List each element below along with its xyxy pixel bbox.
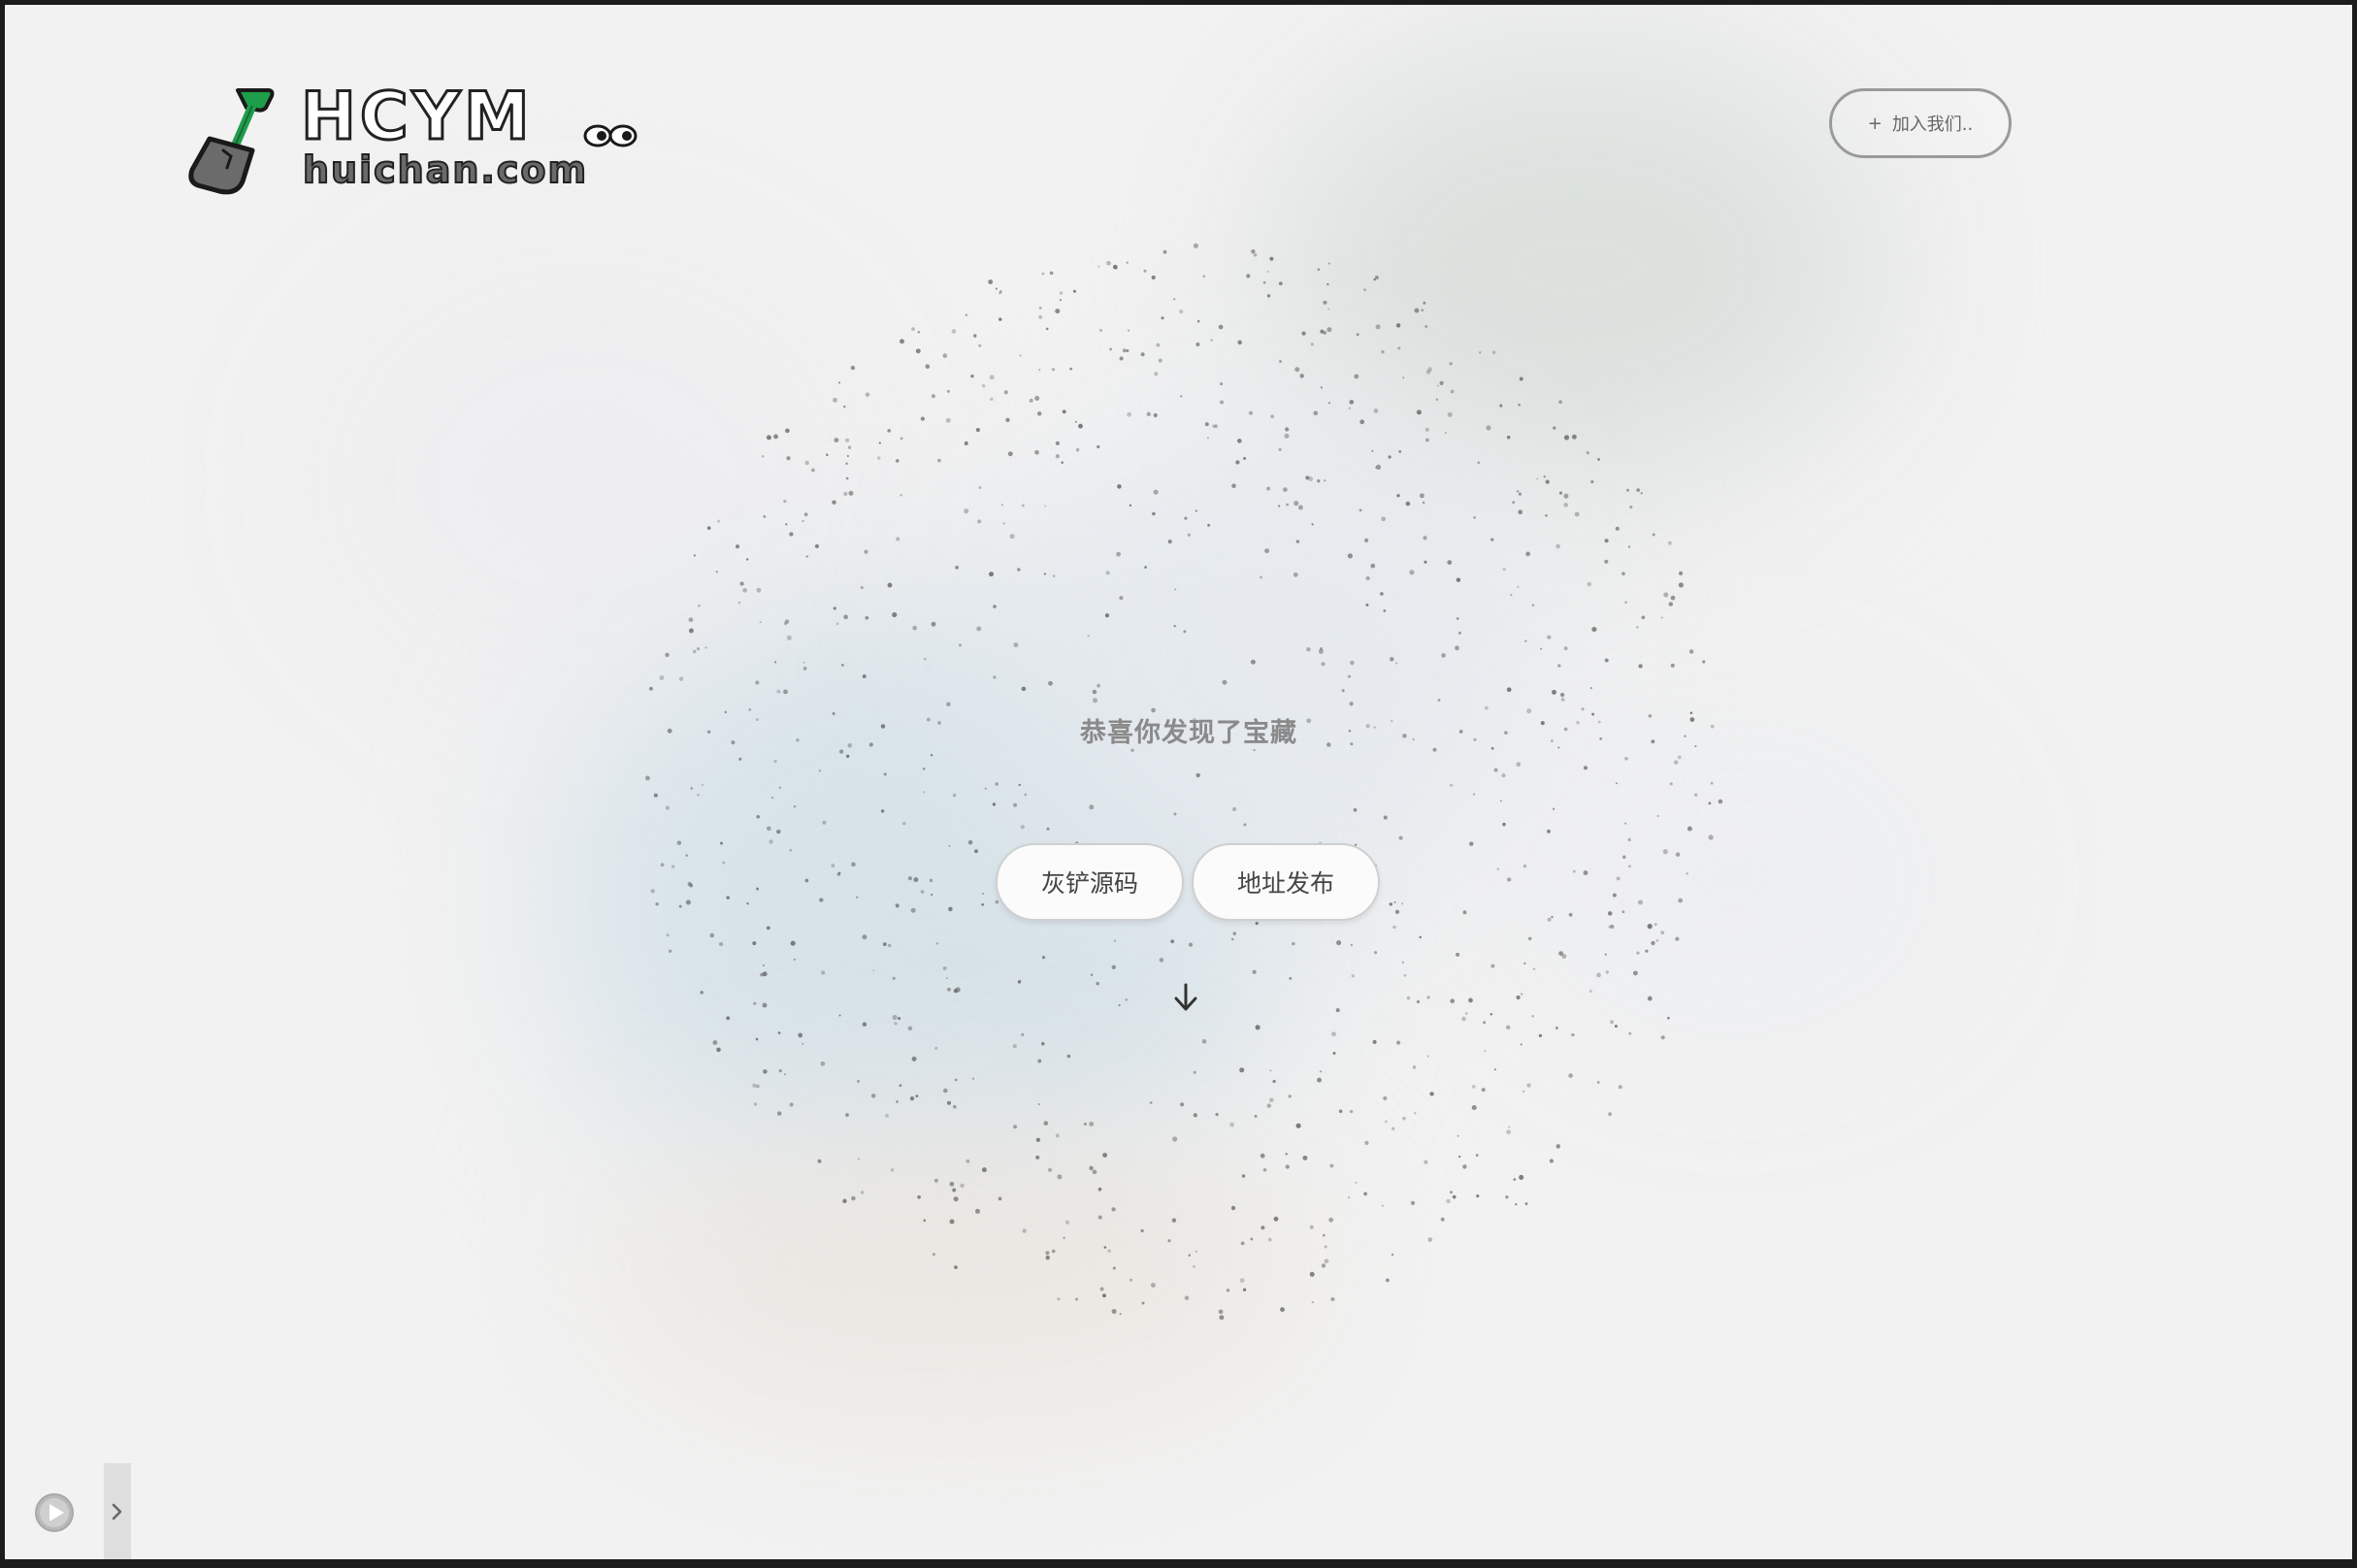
shovel-icon [188,88,275,195]
site-logo[interactable]: HCYM huichan.com [184,82,640,199]
player-toggle-button[interactable] [104,1463,131,1559]
background-glow [1266,44,1887,490]
logo-brand-text: HCYM [300,79,534,155]
background-glow [606,1121,1305,1412]
source-code-button[interactable]: 灰铲源码 [996,843,1184,921]
source-code-label: 灰铲源码 [1040,869,1138,898]
arrow-down-icon[interactable] [1171,981,1200,1014]
music-player [5,1463,131,1559]
plus-icon: + [1867,113,1882,134]
join-us-label: 加入我们.. [1891,114,1974,135]
address-publish-label: 地址发布 [1236,869,1334,898]
particle-sphere [644,243,1723,1321]
landing-page: HCYM huichan.com + 加入我们.. 恭喜你发现了宝藏 灰铲源码 … [5,5,2352,1559]
join-us-button[interactable]: + 加入我们.. [1829,88,2012,158]
background-glow [296,238,878,723]
logo-eyes-icon [583,124,638,147]
address-publish-button[interactable]: 地址发布 [1192,843,1380,921]
background-glow [975,412,1557,917]
logo-domain-text: huichan.com [302,147,589,192]
hero-title: 恭喜你发现了宝藏 [1080,718,1297,748]
chevron-right-icon [112,1503,122,1519]
play-icon[interactable] [34,1492,75,1533]
background-glow [1480,684,1984,1072]
background-glow [548,606,1286,1208]
